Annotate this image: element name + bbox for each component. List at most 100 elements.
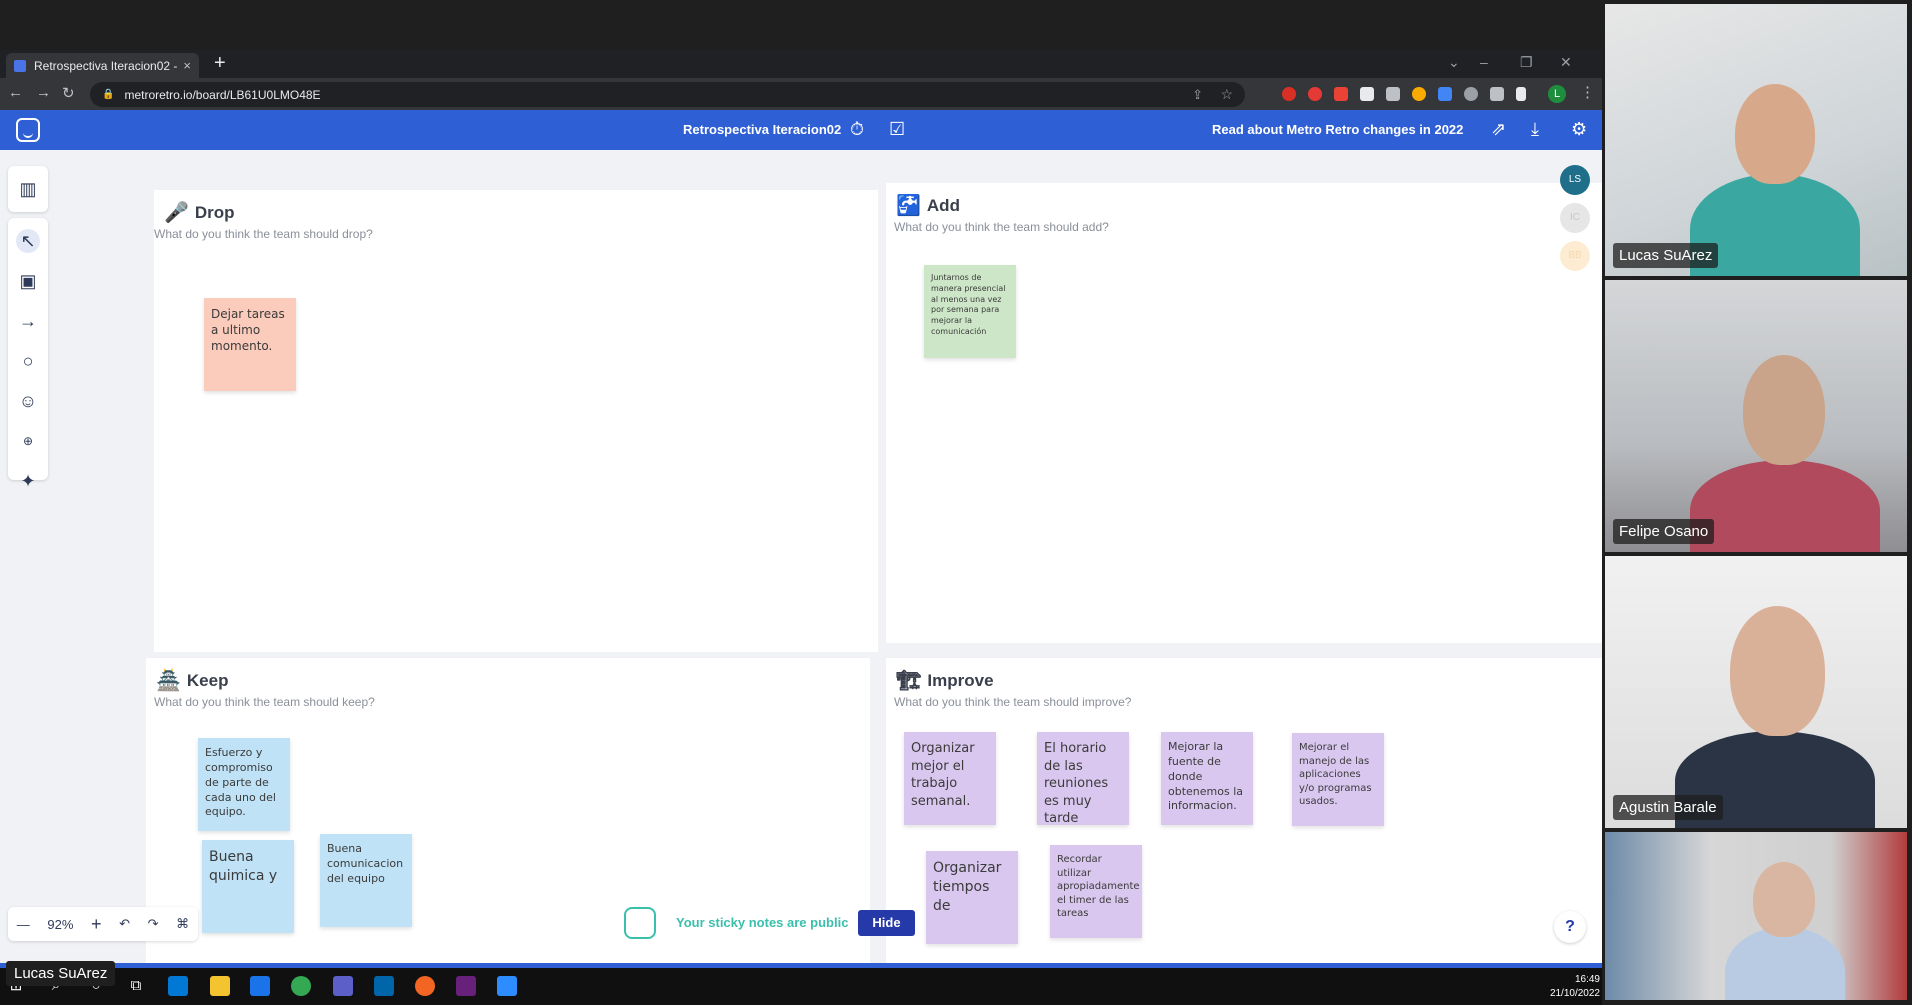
clock-time: 16:49 xyxy=(1574,974,1600,985)
metroretro-logo-icon[interactable] xyxy=(16,118,40,142)
frames-icon[interactable]: ▥ xyxy=(16,177,40,201)
sticky-note[interactable]: El horario de las reuniones es muy tarde xyxy=(1037,732,1129,825)
column-title: Add xyxy=(926,195,960,215)
sticky-note[interactable]: Dejar tareas a ultimo momento. xyxy=(204,298,296,391)
column-title: Keep xyxy=(186,670,229,690)
board-title[interactable]: Retrospectiva Iteracion02 xyxy=(683,122,841,137)
sticky-note[interactable]: Buena comunicacion del equipo xyxy=(320,834,412,927)
puzzle-extensions-icon[interactable] xyxy=(1490,87,1504,101)
column-improve[interactable]: 🏗 Improve What do you think the team sho… xyxy=(886,658,1602,963)
desktop-screen: Retrospectiva Iteracion02 - Metro × + ⌄ … xyxy=(0,0,1912,1005)
person-head xyxy=(1743,355,1825,465)
file-explorer-icon[interactable] xyxy=(210,976,230,996)
tab-search-icon[interactable]: ⌄ xyxy=(1448,54,1460,71)
participant-video-tile[interactable]: Felipe Osano xyxy=(1605,280,1907,552)
participant-video-tile-active-speaker[interactable]: Agustin Barale xyxy=(1605,556,1907,828)
visual-studio-icon[interactable] xyxy=(456,976,476,996)
task-view-icon[interactable]: ⧉ xyxy=(126,976,146,996)
sticky-note[interactable]: Organizar mejor el trabajo semanal. xyxy=(904,732,996,825)
column-prompt: What do you think the team should add? xyxy=(894,220,1109,234)
participant-video-tile[interactable] xyxy=(1605,832,1907,1000)
zoom-level[interactable]: 92% xyxy=(47,917,73,932)
sticky-note[interactable]: Mejorar la fuente de donde obtenemos la … xyxy=(1161,732,1253,825)
column-header: 🚰 Add xyxy=(896,193,960,218)
minimize-icon[interactable]: – xyxy=(1480,54,1488,70)
zoom-controls: — 92% + ↶ ↷ ⌘ xyxy=(8,907,198,941)
bookmark-star-icon[interactable]: ☆ xyxy=(1220,86,1233,103)
comment-icon[interactable]: ○ xyxy=(16,349,40,373)
sticky-note[interactable]: Mejorar el manejo de las aplicaciones y/… xyxy=(1292,733,1384,826)
postman-icon[interactable] xyxy=(415,976,435,996)
sticky-note[interactable]: Recordar utilizar apropiadamente el time… xyxy=(1050,845,1142,938)
back-icon[interactable]: ← xyxy=(8,84,23,101)
extension-icon[interactable] xyxy=(1438,87,1452,101)
vote-icon[interactable]: ☑ xyxy=(889,119,905,140)
app-header: Retrospectiva Iteracion02 ⏱ ☑ Read about… xyxy=(0,110,1602,150)
sticky-note[interactable]: Buena quimica y xyxy=(202,840,294,933)
share-icon[interactable]: ⇪ xyxy=(1192,87,1203,103)
emoji-icon[interactable]: ☺ xyxy=(16,389,40,413)
celebrate-icon[interactable]: ✦ xyxy=(16,469,40,493)
extension-icon[interactable] xyxy=(1334,87,1348,101)
sticky-note[interactable]: Esfuerzo y compromiso de parte de cada u… xyxy=(198,738,290,831)
help-button[interactable]: ? xyxy=(1554,911,1586,943)
zoom-app-icon[interactable] xyxy=(497,976,517,996)
shortcuts-icon[interactable]: ⌘ xyxy=(176,916,189,932)
extension-icon[interactable] xyxy=(1386,87,1400,101)
zoom-out-button[interactable]: — xyxy=(17,917,30,932)
sticky-note[interactable]: Organizar tiempos de xyxy=(926,851,1018,944)
reload-icon[interactable]: ↻ xyxy=(62,84,75,102)
chrome-icon[interactable] xyxy=(291,976,311,996)
undo-icon[interactable]: ↶ xyxy=(119,916,130,932)
column-prompt: What do you think the team should keep? xyxy=(154,695,375,709)
tab-title: Retrospectiva Iteracion02 - Metro xyxy=(34,58,178,73)
participant-avatar[interactable]: IC xyxy=(1560,203,1590,233)
browser-toolbar: ← → ↻ 🔒 metroretro.io/board/LB61U0LMO48E… xyxy=(0,78,1602,110)
mail-icon[interactable] xyxy=(250,976,270,996)
side-panel-icon[interactable] xyxy=(1516,87,1526,101)
changes-link[interactable]: Read about Metro Retro changes in 2022 xyxy=(1212,122,1463,137)
column-title: Improve xyxy=(927,670,994,690)
participant-avatar[interactable]: LS xyxy=(1560,165,1590,195)
close-window-icon[interactable]: ✕ xyxy=(1560,54,1572,71)
arrow-icon[interactable]: → xyxy=(16,309,40,333)
extension-icon[interactable] xyxy=(1282,87,1296,101)
self-view-name: Lucas SuArez xyxy=(6,961,116,986)
share-board-icon[interactable]: ⇗ xyxy=(1491,119,1506,140)
sticky-note-icon[interactable]: ▣ xyxy=(16,269,40,293)
address-bar[interactable]: 🔒 metroretro.io/board/LB61U0LMO48E ⇪ ☆ xyxy=(90,82,1245,107)
person-head xyxy=(1730,606,1825,736)
calendar-app-icon[interactable] xyxy=(168,976,188,996)
vscode-icon[interactable] xyxy=(374,976,394,996)
retro-board[interactable]: ▥ ↖ ▣ → ○ ☺ ⊕ ✦ 🎤 Drop What do you think… xyxy=(0,150,1602,963)
select-pointer-icon[interactable]: ↖ xyxy=(16,229,40,253)
redo-icon[interactable]: ↷ xyxy=(148,916,159,932)
extension-icon[interactable] xyxy=(1360,87,1374,101)
participant-avatar[interactable]: BB xyxy=(1560,241,1590,271)
tab-close-icon[interactable]: × xyxy=(183,58,191,73)
zoom-in-button[interactable]: + xyxy=(91,914,102,935)
sticky-note[interactable]: Juntarnos de manera presencial al menos … xyxy=(924,265,1016,358)
plus-one-icon[interactable]: ⊕ xyxy=(16,429,40,453)
hide-button[interactable]: Hide xyxy=(858,910,915,936)
faucet-icon: 🚰 xyxy=(896,195,921,217)
settings-gear-icon[interactable]: ⚙ xyxy=(1571,119,1587,140)
profile-avatar[interactable]: L xyxy=(1548,85,1566,103)
new-tab-button[interactable]: + xyxy=(214,52,226,75)
column-drop[interactable]: 🎤 Drop What do you think the team should… xyxy=(154,190,878,652)
browser-tab[interactable]: Retrospectiva Iteracion02 - Metro × xyxy=(6,53,199,78)
teams-icon[interactable] xyxy=(333,976,353,996)
metroretro-logo-icon xyxy=(624,907,656,939)
extension-icon[interactable] xyxy=(1412,87,1426,101)
adblock-extension-icon[interactable] xyxy=(1308,87,1322,101)
frames-toolbar: ▥ xyxy=(8,166,48,212)
browser-menu-icon[interactable]: ⋮ xyxy=(1580,83,1595,101)
forward-icon[interactable]: → xyxy=(36,84,51,101)
extension-icon[interactable] xyxy=(1464,87,1478,101)
timer-icon[interactable]: ⏱ xyxy=(850,119,864,140)
maximize-icon[interactable]: ❐ xyxy=(1520,54,1533,71)
system-clock[interactable]: 16:49 21/10/2022 xyxy=(1540,973,1600,1001)
participant-video-tile[interactable]: Lucas SuArez xyxy=(1605,4,1907,276)
download-icon[interactable]: ⤓ xyxy=(1531,119,1539,140)
column-add[interactable]: 🚰 Add What do you think the team should … xyxy=(886,183,1602,643)
